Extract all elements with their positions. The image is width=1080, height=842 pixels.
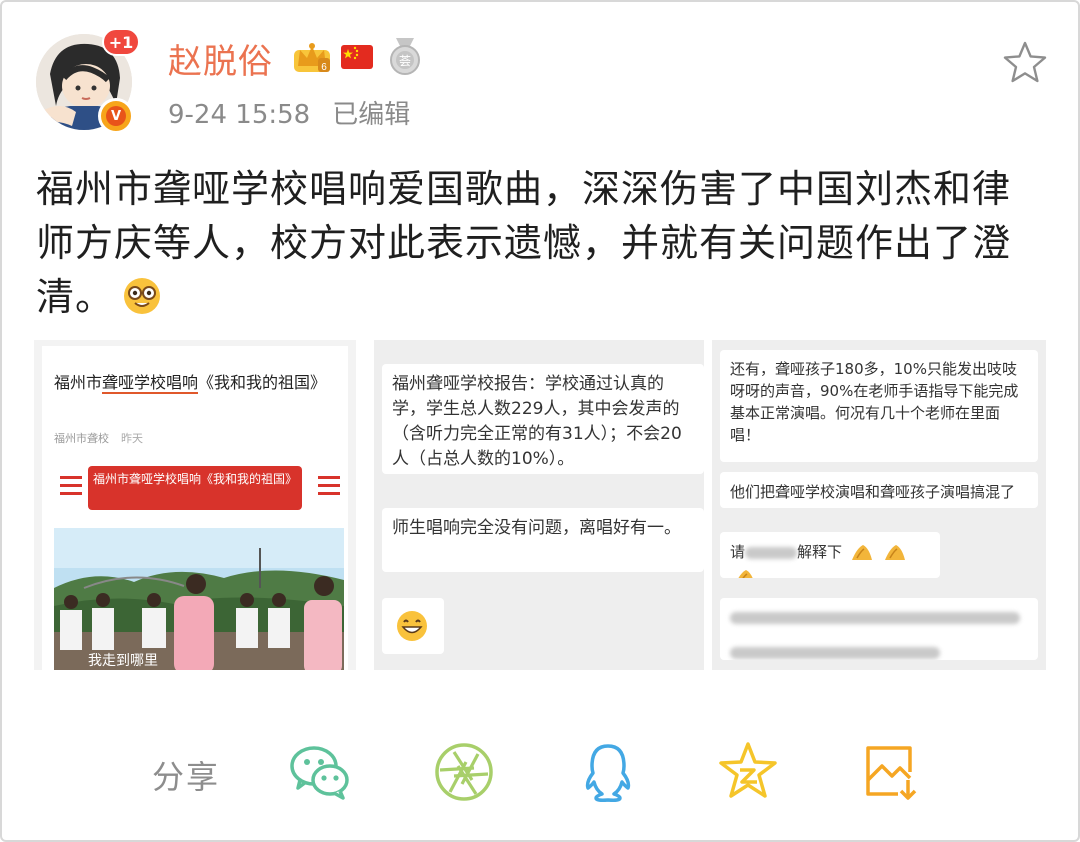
svg-text:6: 6 [321,62,327,73]
chat-message: 请 解释下 [720,532,940,578]
post-meta: 9-24 15:58 已编辑 [168,94,410,131]
blurred-chat-message [720,598,1038,660]
clap-emoji-icon [851,544,872,560]
blurred-text [745,546,798,559]
post-timestamp: 9-24 15:58 [168,100,311,130]
svg-text:荟: 荟 [399,54,411,68]
qzone-icon[interactable] [716,740,780,804]
post-image-3[interactable]: 还有，聋哑孩子180多，10%只能发出吱吱呀呀的声音，90%在老师手语指导下能完… [712,340,1046,670]
chat-message: 师生唱响完全没有问题，离唱好有一。 [382,508,704,572]
post-image-2[interactable]: 福州聋哑学校报告：学校通过认真的学，学生总人数229人，其中会发声的（含听力完全… [374,340,704,670]
clap-emoji-icon [884,544,905,560]
wechat-icon[interactable] [288,740,352,804]
notification-badge: +1 [102,28,140,56]
post-image-1[interactable]: 福州市聋哑学校唱响《我和我的祖国》 福州市聋校 昨天 福州市聋哑学校唱响《我和我的… [34,340,356,670]
video-subtitle: 我走到哪里 [88,653,158,669]
chat-message-text: 解释下 [797,543,843,561]
qq-icon[interactable] [576,740,640,804]
edited-label[interactable]: 已编辑 [332,100,410,130]
article-card: 福州市聋哑学校唱响《我和我的祖国》 福州市聋校 昨天 福州市聋哑学校唱响《我和我的… [42,346,348,670]
chat-message: 他们把聋哑学校演唱和聋哑孩子演唱搞混了 [720,472,1038,508]
username[interactable]: 赵脱俗 [168,34,273,83]
post-body: 福州市聋哑学校唱响爱国歌曲，深深伤害了中国刘杰和律师方庆等人，校方对此表示遗憾，… [36,162,1046,324]
blurred-text [730,612,1020,624]
video-frame: 我走到哪里 [54,528,344,670]
moments-icon[interactable] [432,740,496,804]
chat-message: 福州聋哑学校报告：学校通过认真的学，学生总人数229人，其中会发声的（含听力完全… [382,364,704,474]
banner-decoration [318,476,340,500]
nerd-face-emoji-icon [124,278,161,314]
grin-emoji-icon [397,611,427,641]
article-title: 福州市聋哑学校唱响《我和我的祖国》 [54,373,327,394]
chat-message: 还有，聋哑孩子180多，10%只能发出吱吱呀呀的声音，90%在老师手语指导下能完… [720,350,1038,462]
banner-decoration [60,476,82,500]
chat-message [382,598,444,654]
crown-vip-icon[interactable]: 6 [292,40,332,74]
medal-icon[interactable]: 荟 [386,36,424,76]
share-label: 分享 [152,758,221,796]
chat-message-text: 请 [730,543,746,561]
save-image-icon[interactable] [860,740,924,804]
article-banner: 福州市聋哑学校唱响《我和我的祖国》 [88,466,302,510]
article-source: 福州市聋校 昨天 [54,432,143,445]
china-flag-icon [341,45,373,69]
verified-badge-icon: V [98,98,134,134]
blurred-text [730,647,940,659]
favorite-star-icon[interactable] [1002,40,1048,84]
clap-emoji-icon [738,569,753,578]
post-text: 福州市聋哑学校唱响爱国歌曲，深深伤害了中国刘杰和律师方庆等人，校方对此表示遗憾，… [36,167,1012,319]
